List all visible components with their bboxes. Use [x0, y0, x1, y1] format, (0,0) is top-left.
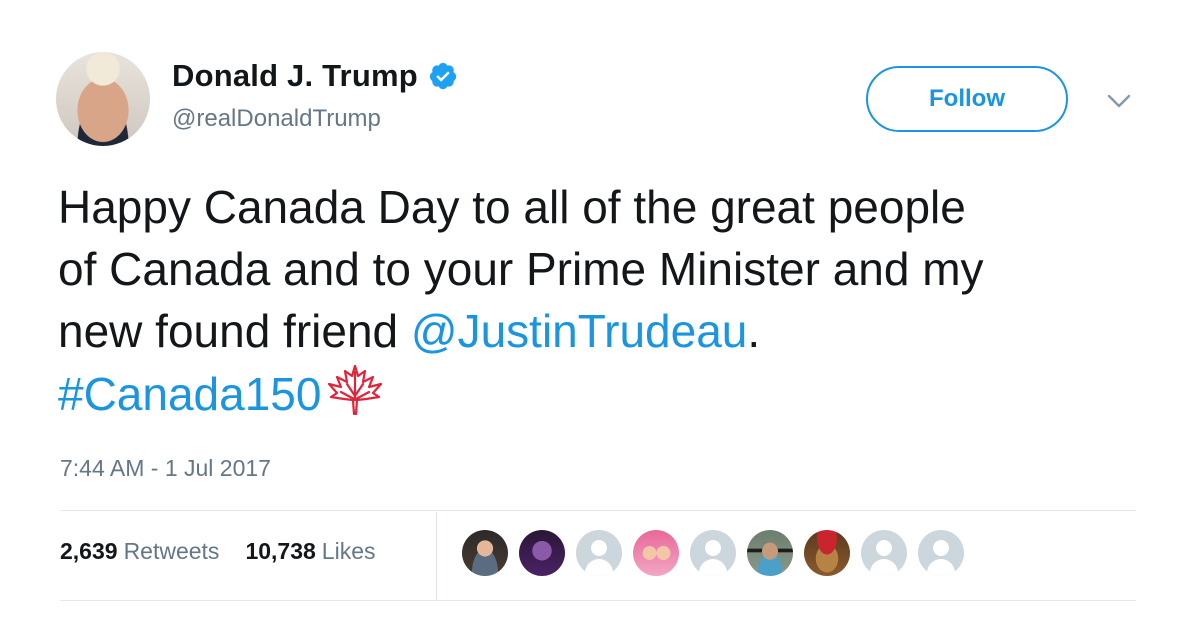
tweet-punctuation: .	[747, 305, 761, 357]
tweet-line: new found friend @JustinTrudeau.	[58, 300, 1158, 362]
likers-avatars	[462, 530, 964, 576]
liker-avatar[interactable]	[747, 530, 793, 576]
follow-button[interactable]: Follow	[866, 66, 1068, 132]
retweets-stat[interactable]: 2,639 Retweets	[60, 538, 219, 565]
tweet-line: of Canada and to your Prime Minister and…	[58, 243, 984, 295]
liker-avatar[interactable]	[462, 530, 508, 576]
stats-separator	[436, 512, 437, 600]
divider	[60, 600, 1136, 601]
liker-avatar-default[interactable]	[861, 530, 907, 576]
tweet-line: Happy Canada Day to all of the great peo…	[58, 181, 966, 233]
tweet-text: Happy Canada Day to all of the great peo…	[58, 176, 1158, 425]
tweet-line-text: new found friend	[58, 305, 411, 357]
liker-avatar-default[interactable]	[918, 530, 964, 576]
author-name-row: Donald J. Trump	[172, 58, 458, 94]
engagement-stats: 2,639 Retweets 10,738 Likes	[60, 538, 376, 565]
author-name[interactable]: Donald J. Trump	[172, 58, 418, 94]
liker-avatar[interactable]	[633, 530, 679, 576]
verified-badge-icon	[429, 62, 456, 90]
tweet-timestamp[interactable]: 7:44 AM - 1 Jul 2017	[60, 455, 271, 482]
divider	[60, 510, 1136, 511]
mention-link[interactable]: @JustinTrudeau	[411, 305, 748, 357]
liker-avatar-default[interactable]	[576, 530, 622, 576]
liker-avatar[interactable]	[519, 530, 565, 576]
hashtag-link[interactable]: #Canada150	[58, 368, 321, 420]
liker-avatar[interactable]	[804, 530, 850, 576]
chevron-down-icon[interactable]	[1106, 92, 1132, 110]
likes-count: 10,738	[245, 538, 316, 564]
author-avatar[interactable]	[56, 52, 150, 146]
retweets-count: 2,639	[60, 538, 118, 564]
likes-stat[interactable]: 10,738 Likes	[245, 538, 375, 565]
author-handle[interactable]: @realDonaldTrump	[172, 105, 381, 133]
maple-leaf-icon	[328, 364, 383, 416]
retweets-label: Retweets	[123, 538, 220, 564]
likes-label: Likes	[321, 538, 376, 564]
tweet-line: #Canada150	[58, 362, 1158, 425]
liker-avatar-default[interactable]	[690, 530, 736, 576]
